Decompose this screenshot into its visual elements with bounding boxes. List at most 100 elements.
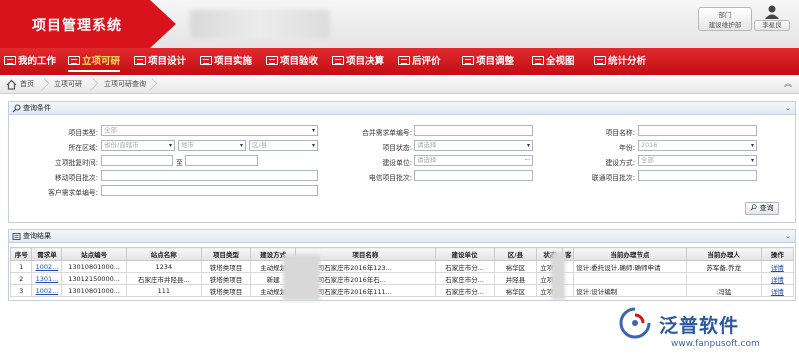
col-site-name-cell: 石家庄市井陉县... <box>125 272 202 285</box>
approve-time-start[interactable] <box>101 155 173 166</box>
project-type-select[interactable]: 全部 ▾ <box>101 125 318 136</box>
module-icon <box>4 56 16 65</box>
col-current-node-cell <box>573 272 687 285</box>
year-select[interactable]: 2016 ▾ <box>638 140 757 151</box>
user-menu[interactable]: 李星良 <box>754 5 790 33</box>
customer-req-label: 客户需求单编号: <box>48 189 98 197</box>
merge-req-label: 合并需求单编号: <box>362 129 412 137</box>
nav-initiation[interactable]: 立项可研 <box>68 55 121 72</box>
col-site-code-cell: 13010801000... <box>61 260 127 273</box>
module-icon <box>332 56 344 65</box>
req-no-link[interactable]: 1002... <box>31 284 63 297</box>
breadcrumb-home[interactable]: 首页 <box>12 75 34 94</box>
user-name: 李星良 <box>754 20 790 31</box>
col-site-name-cell: 111 <box>125 284 202 297</box>
detail-link[interactable]: 详情 <box>760 272 795 285</box>
nav-statistics[interactable]: 统计分析 <box>594 55 646 69</box>
search-icon <box>750 204 757 211</box>
col-district-cell: 裕华区 <box>493 284 538 297</box>
nav-post-evaluation[interactable]: 后评价 <box>398 55 441 69</box>
project-name-label: 项目名称: <box>605 129 635 137</box>
project-name-input[interactable] <box>638 125 757 136</box>
table-row: 3 1002... 13010801000... 111 铁塔类项目 主动规划 化分公司石家… <box>9 284 795 297</box>
col-build-unit-cell: 石家庄市分... <box>434 284 495 297</box>
search-icon <box>12 104 21 113</box>
detail-link[interactable]: 详情 <box>760 260 795 273</box>
approve-to-label: 至 <box>176 159 183 167</box>
telecom-batch-input[interactable] <box>414 170 533 181</box>
unicom-batch-input[interactable] <box>638 170 757 181</box>
collapse-icon[interactable]: ⌄ <box>785 102 791 114</box>
results-table: 序号 需求单 站点编号 站点名称 项目类型 建设方式 项目名称 建设单位 区/县 状态客当前办理节… <box>9 247 795 297</box>
module-icon <box>462 56 474 65</box>
results-panel-header: 查询结果 ⌄ <box>8 229 796 243</box>
watermark-brand: 泛普软件 <box>659 315 740 337</box>
department-button[interactable]: 部门 建设维护部 <box>698 7 752 31</box>
build-mode-select[interactable]: 全部 ▾ <box>638 155 757 166</box>
breadcrumb: 首页 立项可研 立项可研查询 ︽ <box>0 75 799 94</box>
main-nav: 我的工作 立项可研 项目设计 项目实施 项目验收 项目决算 后评价 项目调整 全… <box>0 48 799 75</box>
table-row: 2 1301... 13012150000... 石家庄市井陉县... 铁塔类项目 新建化… <box>9 272 795 285</box>
col-current-node-cell: 设计:委托设计,确师:确师申请 <box>573 260 687 273</box>
district-select[interactable]: 区/县 ▾ <box>249 140 318 151</box>
status-select[interactable]: 请选择 ▾ <box>414 140 533 151</box>
collapse-icon[interactable]: ︽ <box>784 79 794 89</box>
customer-req-input[interactable] <box>101 185 318 196</box>
mobile-batch-input[interactable] <box>101 170 318 181</box>
module-icon <box>68 56 80 65</box>
chevron-down-icon: ▾ <box>750 157 754 164</box>
breadcrumb-initiation[interactable]: 立项可研 <box>46 75 82 94</box>
brand-watermark: 泛普软件 www.fanpusoft.com <box>619 305 794 353</box>
nav-design[interactable]: 项目设计 <box>134 55 186 69</box>
header-col-site-name: 站点名称 <box>125 247 202 261</box>
col-index-cell: 3 <box>9 284 33 297</box>
blurred-area <box>551 252 565 300</box>
build-unit-select[interactable]: 请选择 ··· <box>414 155 533 166</box>
module-icon <box>594 56 606 65</box>
collapse-icon[interactable]: ⌄ <box>785 230 791 242</box>
col-project-type-cell: 铁塔类项目 <box>200 272 252 285</box>
nav-my-work[interactable]: 我的工作 <box>4 55 56 69</box>
city-select[interactable]: 地市 ▾ <box>178 140 246 151</box>
search-button[interactable]: 查询 <box>745 202 779 215</box>
header-col-req-no: 需求单 <box>31 247 63 261</box>
header-col-build-unit: 建设单位 <box>434 247 495 261</box>
nav-acceptance[interactable]: 项目验收 <box>266 55 318 69</box>
user-icon <box>765 5 779 19</box>
req-no-link[interactable]: 1301... <box>31 272 63 285</box>
col-current-handler-cell: 苏军备,乔龙 <box>685 260 762 273</box>
nav-full-view[interactable]: 全视图 <box>532 55 575 69</box>
detail-link[interactable]: 详情 <box>760 284 795 297</box>
col-build-unit-cell: 石家庄市分... <box>434 272 495 285</box>
chevron-down-icon: ▾ <box>750 142 754 149</box>
header-col-project-type: 项目类型 <box>200 247 252 261</box>
chevron-down-icon: ▾ <box>311 142 315 149</box>
col-project-type-cell: 铁塔类项目 <box>200 260 252 273</box>
col-current-handler-cell <box>685 272 762 285</box>
blurred-banner <box>190 10 330 38</box>
year-label: 年份: <box>619 144 635 152</box>
nav-adjustment[interactable]: 项目调整 <box>462 55 514 69</box>
header-col-current-handler: 当前办理人 <box>685 247 762 261</box>
nav-implementation[interactable]: 项目实施 <box>200 55 252 69</box>
project-type-label: 项目类型: <box>68 129 98 137</box>
blurred-area <box>283 255 320 301</box>
telecom-batch-label: 电信项目批次: <box>368 174 412 182</box>
province-select[interactable]: 省份/直辖市 ▾ <box>101 140 175 151</box>
header-col-index: 序号 <box>9 247 33 261</box>
approve-time-label: 立项批复时间: <box>54 159 98 167</box>
dept-label: 部门 <box>718 11 732 19</box>
col-index-cell: 2 <box>9 272 33 285</box>
breadcrumb-separator <box>144 78 158 91</box>
req-no-link[interactable]: 1002... <box>31 260 63 273</box>
approve-time-end[interactable] <box>185 155 258 166</box>
nav-settlement[interactable]: 项目决算 <box>332 55 384 69</box>
dept-name: 建设维护部 <box>708 21 742 29</box>
merge-req-input[interactable] <box>414 125 533 136</box>
module-icon <box>532 56 544 65</box>
chevron-down-icon: ▾ <box>311 127 315 134</box>
module-icon <box>200 56 212 65</box>
fanpu-logo-icon <box>619 307 651 339</box>
col-district-cell: 裕华区 <box>493 260 538 273</box>
table-body: 1 1002... 13010801000... 1234 铁塔类项目 主动规划 化分公司石… <box>9 260 795 297</box>
